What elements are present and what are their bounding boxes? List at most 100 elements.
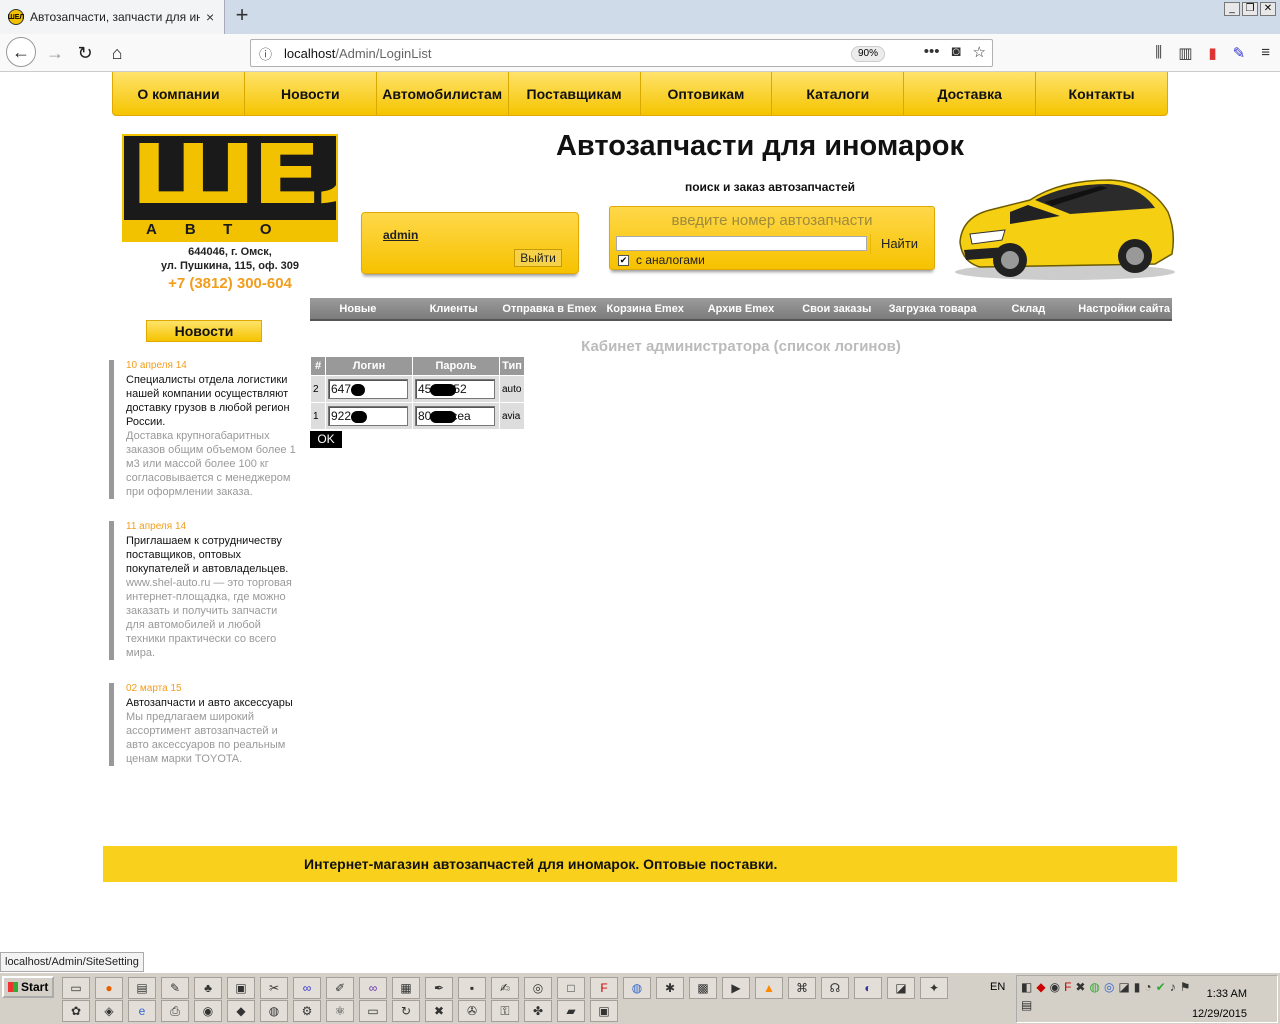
more-icon[interactable]: ••• <box>924 43 940 61</box>
tray-icon[interactable]: ◧ <box>1021 980 1032 994</box>
visual-studio-icon[interactable]: ∞ <box>359 977 387 999</box>
lock-icon[interactable]: ⚿ <box>491 1000 519 1022</box>
app-icon[interactable]: ◈ <box>95 1000 123 1022</box>
sidebar-icon[interactable]: ▥ <box>1178 44 1192 62</box>
site-logo[interactable]: ШЕЛ АВТО <box>122 134 338 242</box>
window-icon[interactable]: □ <box>557 977 585 999</box>
app-icon[interactable]: ▣ <box>227 977 255 999</box>
topmenu-item[interactable]: Каталоги <box>772 72 905 115</box>
settings-icon[interactable]: ✿ <box>62 1000 90 1022</box>
tray-icon[interactable]: ✖ <box>1075 980 1085 994</box>
adminmenu-item[interactable]: Свои заказы <box>789 298 885 319</box>
tool-icon[interactable]: ✂ <box>260 977 288 999</box>
adminmenu-item[interactable]: Склад <box>980 298 1076 319</box>
menu-icon[interactable]: ≡ <box>1261 44 1270 62</box>
tray-icon[interactable]: ◆ <box>1036 980 1045 994</box>
search-button[interactable]: Найти <box>870 234 928 254</box>
tray-icon[interactable]: ▮ <box>1134 980 1141 994</box>
clock-date[interactable]: 12/29/2015 <box>1192 1008 1247 1020</box>
reload-icon[interactable]: ↻ <box>70 39 100 67</box>
disc-icon[interactable]: ◎ <box>524 977 552 999</box>
topmenu-item[interactable]: Оптовикам <box>641 72 773 115</box>
forward-icon[interactable]: → <box>40 39 70 67</box>
minimize-button[interactable]: _ <box>1224 2 1240 16</box>
search-input[interactable] <box>616 236 867 251</box>
password-input[interactable]: 45 52 <box>415 379 495 399</box>
adminmenu-item[interactable]: Загрузка товара <box>885 298 981 319</box>
tray-icon[interactable]: ◔ <box>1144 980 1151 994</box>
adminmenu-item[interactable]: Настройки сайта <box>1076 298 1172 319</box>
login-input[interactable]: 922 <box>328 406 408 426</box>
close-window-button[interactable]: ✕ <box>1260 2 1276 16</box>
extension-icon[interactable]: ✎ <box>1233 44 1246 62</box>
volume-icon[interactable]: ♪ <box>1170 980 1176 994</box>
tray-icon[interactable]: ◎ <box>1104 980 1114 994</box>
topmenu-item[interactable]: Доставка <box>904 72 1037 115</box>
gear-icon[interactable]: ⚙ <box>293 1000 321 1022</box>
start-button[interactable]: Start <box>2 976 54 998</box>
ok-button[interactable]: OK <box>310 431 342 448</box>
save-icon[interactable]: ▪ <box>458 977 486 999</box>
library-icon[interactable]: ⫼ <box>1155 44 1162 62</box>
login-input[interactable]: 647 <box>328 379 408 399</box>
tray-icon[interactable]: ◉ <box>1050 980 1060 994</box>
folder-icon[interactable]: ▰ <box>557 1000 585 1022</box>
app-icon[interactable]: ▦ <box>392 977 420 999</box>
refresh-icon[interactable]: ↻ <box>392 1000 420 1022</box>
news-headline[interactable]: Специалисты отдела логистики нашей компа… <box>126 373 299 429</box>
address-bar[interactable]: ⓘ localhost/Admin/LoginList 90% ••• ◙ ☆ <box>250 39 993 67</box>
editor-icon[interactable]: ✐ <box>326 977 354 999</box>
headphones-icon[interactable]: ☊ <box>821 977 849 999</box>
pocket-icon[interactable]: ◙ <box>951 43 960 61</box>
adminmenu-item[interactable]: Архив Emex <box>693 298 789 319</box>
globe-icon[interactable]: ◍ <box>260 1000 288 1022</box>
login-user-link[interactable]: admin <box>383 228 418 242</box>
cmd-icon[interactable]: ▭ <box>62 977 90 999</box>
cube-icon[interactable]: ◆ <box>227 1000 255 1022</box>
network-icon[interactable]: ♣ <box>194 977 222 999</box>
app-icon[interactable]: ✦ <box>920 977 948 999</box>
language-indicator[interactable]: EN <box>990 981 1005 993</box>
film-icon[interactable]: ▩ <box>689 977 717 999</box>
adminmenu-item[interactable]: Новые <box>310 298 406 319</box>
analog-checkbox[interactable]: ✔ <box>618 255 629 266</box>
topmenu-item[interactable]: О компании <box>113 72 245 115</box>
topmenu-item[interactable]: Новости <box>245 72 377 115</box>
tray-icon[interactable]: ◍ <box>1089 980 1099 994</box>
logout-button[interactable]: Выйти <box>514 249 562 267</box>
tab-close-icon[interactable]: × <box>206 9 214 25</box>
adminmenu-item[interactable]: Корзина Emex <box>597 298 693 319</box>
maximize-button[interactable]: ❐ <box>1242 2 1258 16</box>
printer-icon[interactable]: ⎙ <box>161 1000 189 1022</box>
zoom-indicator[interactable]: 90% <box>851 46 886 62</box>
extension-icon[interactable]: ▮ <box>1208 44 1216 62</box>
infinity-icon[interactable]: ∞ <box>293 977 321 999</box>
media-icon[interactable]: ▶ <box>722 977 750 999</box>
ie-icon[interactable]: e <box>128 1000 156 1022</box>
new-tab-button[interactable]: + <box>232 4 252 28</box>
news-headline[interactable]: Автозапчасти и авто аксессуары <box>126 696 299 710</box>
flag-icon[interactable]: ⚑ <box>1180 980 1191 994</box>
terminal-icon[interactable]: ▭ <box>359 1000 387 1022</box>
news-header-button[interactable]: Новости <box>146 320 262 342</box>
spider-icon[interactable]: ✱ <box>656 977 684 999</box>
pen-icon[interactable]: ✒ <box>425 977 453 999</box>
tray-icon[interactable]: ✔ <box>1156 980 1166 994</box>
tray-icon[interactable]: ◪ <box>1118 980 1129 994</box>
globe-icon[interactable]: ◍ <box>623 977 651 999</box>
note-icon[interactable]: ✍ <box>491 977 519 999</box>
star-icon[interactable]: ☆ <box>973 43 986 61</box>
app-icon[interactable]: ✇ <box>458 1000 486 1022</box>
filezilla-icon[interactable]: F <box>590 977 618 999</box>
firefox-icon[interactable]: ● <box>95 977 123 999</box>
eclipse-icon[interactable]: ◐ <box>854 977 882 999</box>
tools-icon[interactable]: ✖ <box>425 1000 453 1022</box>
chrome-icon[interactable]: ◉ <box>194 1000 222 1022</box>
chart-icon[interactable]: ◪ <box>887 977 915 999</box>
home-icon[interactable]: ⌂ <box>102 39 132 67</box>
tray-icon[interactable]: F <box>1064 980 1071 994</box>
screen-icon[interactable]: ▣ <box>590 1000 618 1022</box>
network-tray-icon[interactable]: ▤ <box>1021 998 1032 1012</box>
notepad-icon[interactable]: ▤ <box>128 977 156 999</box>
network-icon[interactable]: ⚛ <box>326 1000 354 1022</box>
